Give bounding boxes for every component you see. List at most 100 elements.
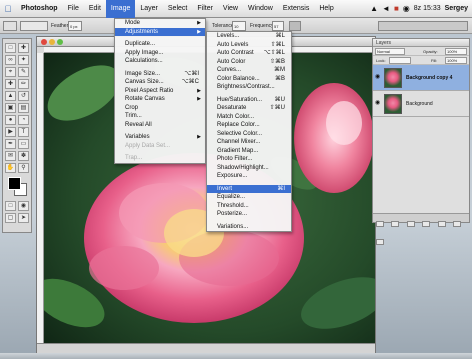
adjustments-menu-item[interactable]: Exposure... [207,172,291,181]
user-name[interactable]: Sergey [445,5,468,12]
foreground-color-swatch[interactable] [8,177,21,190]
adjustments-menu-item[interactable]: Shadow/Highlight... [207,164,291,173]
image-menu-item[interactable]: Apply Image... [115,49,205,58]
image-menu-item[interactable]: Calculations... [115,57,205,66]
image-menu-item[interactable]: Trap... [115,154,205,163]
gradient-tool-icon[interactable]: ▤ [18,103,29,113]
zoom-tool-icon[interactable]: ⚲ [18,163,29,173]
screen-mode-icon[interactable]: ▢ [5,213,16,223]
fill-field[interactable]: 100% [445,57,467,64]
blur-tool-icon[interactable]: ● [5,115,16,125]
menu-help[interactable]: Help [314,0,338,18]
display-icon[interactable]: ◉ [403,4,410,13]
slice-tool-icon[interactable]: ✎ [18,67,29,77]
adjustment-layer-icon[interactable] [437,221,446,227]
adjustments-menu-item[interactable]: Brightness/Contrast... [207,83,291,92]
adjustments-menu-item[interactable]: Channel Mixer... [207,138,291,147]
image-menu-item[interactable]: Apply Data Set... [115,142,205,151]
eyedropper-tool-icon[interactable]: ✽ [18,151,29,161]
adjustments-menu-item[interactable]: Replace Color... [207,121,291,130]
new-layer-icon[interactable] [453,221,462,227]
minimize-window-icon[interactable] [49,39,55,45]
adjustments-menu-item[interactable]: Equalize... [207,193,291,202]
lock-buttons[interactable] [389,57,411,64]
hand-tool-icon[interactable]: ✋ [5,163,16,173]
image-menu-item[interactable]: Variables ▶ [115,133,205,142]
adjustments-menu-item[interactable]: Auto Contrast ⌥⇧⌘L [207,49,291,58]
layer-row[interactable]: ◉ Background copy 4 [373,65,469,91]
adjustments-menu-item[interactable]: Color Balance... ⌘B [207,75,291,84]
link-layers-icon[interactable] [376,221,384,227]
adjustments-menu-item[interactable]: Variations... [207,223,291,232]
adjustments-menu-item[interactable]: Invert ⌘I [207,184,291,193]
image-menu-item[interactable]: Adjustments ▶ [115,27,205,36]
shape-tool-icon[interactable]: ▭ [18,139,29,149]
layers-palette-tab[interactable]: Layers [373,39,469,47]
zoom-window-icon[interactable] [57,39,63,45]
healing-brush-tool-icon[interactable]: ✚ [5,79,16,89]
feather-field[interactable]: 0 px [68,21,82,31]
image-menu-item[interactable]: Mode ▶ [115,19,205,28]
clone-stamp-tool-icon[interactable]: ▲ [5,91,16,101]
eye-icon[interactable]: ◉ [375,100,381,106]
flag-icon[interactable]: ■ [394,4,399,13]
adjustments-menu-item[interactable]: Auto Color ⇧⌘B [207,58,291,67]
clock[interactable]: 8z 15:33 [414,5,441,12]
adjustments-menu-item[interactable]: Levels... ⌘L [207,32,291,41]
path-selection-tool-icon[interactable]: ▶ [5,127,16,137]
adjustments-menu-item[interactable]: Posterize... [207,210,291,219]
adjustments-menu-item[interactable]: Curves... ⌘M [207,66,291,75]
adjustments-menu-item[interactable]: Photo Filter... [207,155,291,164]
adjustments-menu-item[interactable]: Desaturate ⇧⌘U [207,104,291,113]
menu-view[interactable]: View [218,0,243,18]
adjustments-menu-item[interactable]: Gradient Map... [207,147,291,156]
adjustments-menu-item[interactable]: Selective Color... [207,130,291,139]
tolerance-field[interactable]: 10 [232,21,246,31]
opacity-field[interactable]: 100% [445,48,467,55]
menu-image[interactable]: Image [105,0,136,18]
brush-tool-icon[interactable]: ✏ [18,79,29,89]
crop-tool-icon[interactable]: ⌖ [5,67,16,77]
image-menu-item[interactable]: Duplicate... [115,40,205,49]
image-menu-item[interactable]: Pixel Aspect Ratio ▶ [115,87,205,96]
trash-icon[interactable] [376,239,384,245]
selection-mode-buttons[interactable] [20,21,48,31]
adjustments-menu-item[interactable]: Match Color... [207,113,291,122]
layer-style-icon[interactable] [391,221,400,227]
image-menu-item[interactable]: Canvas Size... ⌥⌘C [115,78,205,87]
speaker-icon[interactable]: ◄ [382,4,390,13]
image-menu-item[interactable]: Image Size... ⌥⌘I [115,70,205,79]
dodge-tool-icon[interactable]: ◔ [18,115,29,125]
image-menu-item[interactable]: Rotate Canvas ▶ [115,95,205,104]
move-tool-icon[interactable]: ✚ [18,43,29,53]
menu-edit[interactable]: Edit [84,0,106,18]
jump-to-imageready-icon[interactable]: ➤ [18,213,29,223]
pen-tool-icon[interactable]: ✒ [5,139,16,149]
lasso-tool-icon[interactable]: ∞ [5,55,16,65]
blend-mode-select[interactable]: Normal [375,48,405,55]
adjustments-menu-item[interactable]: Auto Levels ⇧⌘L [207,41,291,50]
marquee-tool-icon[interactable]: □ [5,43,16,53]
menu-filter[interactable]: Filter [192,0,218,18]
layer-mask-icon[interactable] [406,221,415,227]
menu-window[interactable]: Window [243,0,278,18]
eraser-tool-icon[interactable]: ▣ [5,103,16,113]
adjustments-menu-item[interactable]: Threshold... [207,202,291,211]
apple-icon[interactable]:  [0,4,16,14]
history-brush-tool-icon[interactable]: ↺ [18,91,29,101]
close-window-icon[interactable] [41,39,47,45]
volume-icon[interactable]: ▲ [370,4,378,13]
new-group-icon[interactable] [422,221,431,227]
menu-select[interactable]: Select [163,0,192,18]
tablet-pressure-button[interactable] [289,21,301,31]
magic-wand-tool-icon[interactable]: ✦ [18,55,29,65]
tool-preset-picker[interactable] [3,21,17,31]
image-menu-item[interactable]: Crop [115,104,205,113]
adjustments-menu-item[interactable]: Hue/Saturation... ⌘U [207,96,291,105]
eye-icon[interactable]: ◉ [375,74,381,80]
image-menu-item[interactable]: Trim... [115,112,205,121]
menu-file[interactable]: File [63,0,84,18]
palette-well[interactable] [378,21,468,31]
app-menu[interactable]: Photoshop [16,0,63,18]
layer-row[interactable]: ◉ Background [373,91,469,117]
